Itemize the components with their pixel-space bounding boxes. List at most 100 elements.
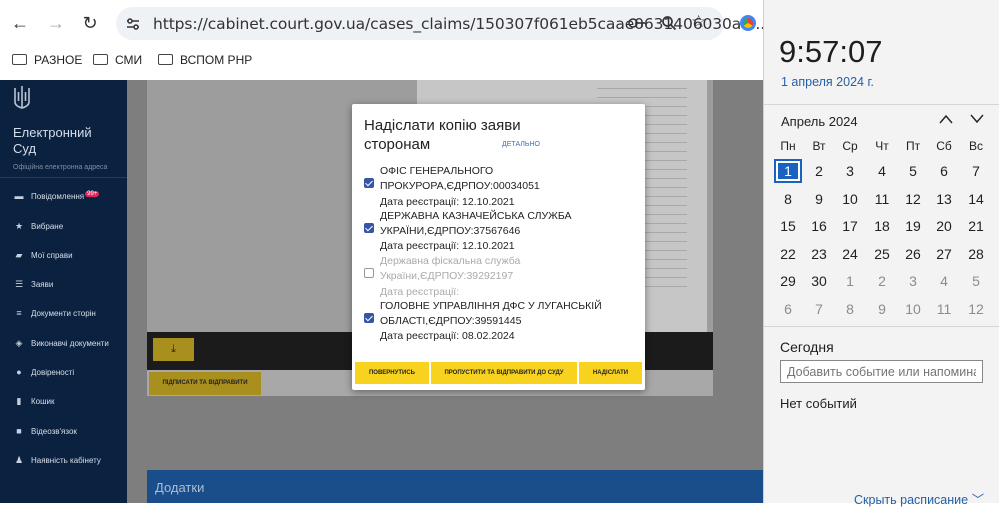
address-bar[interactable]: https://cabinet.court.gov.ua/cases_claim… [116,7,765,40]
star-icon: ★ [14,221,24,231]
key-icon[interactable] [628,17,646,29]
calendar-day[interactable]: 12 [962,297,990,321]
chevron-up-icon[interactable] [938,113,954,125]
sidebar-item-cabinet-availability[interactable]: ♟ Наявність кабінету [14,455,101,466]
calendar-day[interactable]: 7 [805,297,833,321]
back-button[interactable]: ПОВЕРНУТИСЬ [355,362,429,384]
folder-icon [12,54,27,66]
sign-and-send-button[interactable]: ПІДПИСАТИ ТА ВІДПРАВИТИ [149,372,261,395]
sidebar-item-trash[interactable]: ▮ Кошик [14,396,55,407]
calendar-day[interactable]: 28 [962,242,990,266]
calendar-day[interactable]: 4 [868,159,896,183]
details-link[interactable]: ДЕТАЛЬНО [502,141,540,148]
party-checkbox-2[interactable] [364,223,374,233]
calendar-day[interactable]: 27 [930,242,958,266]
hide-schedule-link[interactable]: Скрыть расписание ﹀ [854,489,984,508]
clock-date[interactable]: 1 апреля 2024 г. [781,75,874,89]
party-checkbox-1[interactable] [364,178,374,188]
party-registration-date: Дата реєстрації: [380,286,460,298]
calendar-day[interactable]: 11 [868,187,896,211]
site-settings-icon[interactable] [125,16,141,32]
folder-icon [93,54,108,66]
month-label[interactable]: Апрель 2024 [781,114,858,129]
weekday-header: Вс [968,139,983,153]
weekday-header: Вт [812,139,826,153]
calendar-day[interactable]: 17 [836,214,864,238]
calendar-day[interactable]: 6 [930,159,958,183]
calendar-day[interactable]: 5 [899,159,927,183]
calendar-day[interactable]: 11 [930,297,958,321]
bookmark-raznoe[interactable]: РАЗНОЕ [12,51,82,69]
send-button[interactable]: НАДІСЛАТИ [579,362,642,384]
sidebar-item-notifications[interactable]: ▬ Повідомлення 99+ [14,191,100,201]
chevron-down-icon[interactable] [969,113,985,125]
message-icon: ▬ [14,191,24,201]
weekday-header: Пн [780,139,796,153]
calendar-day[interactable]: 16 [805,214,833,238]
search-icon[interactable] [661,15,677,31]
sidebar-item-executive-documents[interactable]: ◈ Виконавчі документи [14,338,109,349]
download-button[interactable]: ⤓ [153,338,194,361]
dialog-title: Надіслати копію заяви сторонам [364,117,521,153]
calendar-day[interactable]: 18 [868,214,896,238]
calendar-day[interactable]: 13 [930,187,958,211]
divider [764,104,999,105]
extension-icon[interactable] [740,15,756,31]
bookmark-star-icon[interactable]: ☆ [691,12,706,32]
calendar-day[interactable]: 23 [805,242,833,266]
calendar-day[interactable]: 19 [899,214,927,238]
calendar-day[interactable]: 20 [930,214,958,238]
sidebar-item-favorites[interactable]: ★ Вибране [14,221,63,232]
calendar-day[interactable]: 22 [774,242,802,266]
calendar-day[interactable]: 15 [774,214,802,238]
sidebar-item-video-call[interactable]: ■ Відеозв'язок [14,426,77,436]
today-label: Сегодня [780,339,834,355]
calendar-day[interactable]: 30 [805,269,833,293]
calendar-day[interactable]: 21 [962,214,990,238]
weekday-header: Ср [842,139,858,153]
calendar-day[interactable]: 3 [899,269,927,293]
calendar-day[interactable]: 14 [962,187,990,211]
calendar-day-today[interactable]: 1 [774,159,802,183]
divider [764,326,999,327]
video-icon: ■ [16,426,22,436]
bookmark-vspom-rnr[interactable]: ВСПОМ РНР [158,51,252,69]
calendar-day[interactable]: 9 [805,187,833,211]
calendar-day[interactable]: 8 [774,187,802,211]
reload-icon[interactable]: ↻ [78,11,102,35]
calendar-day[interactable]: 10 [899,297,927,321]
sidebar-item-party-documents[interactable]: ≡ Документи сторін [14,308,96,318]
party-checkbox-4[interactable] [364,313,374,323]
calendar-day[interactable]: 29 [774,269,802,293]
calendar-day[interactable]: 2 [805,159,833,183]
calendar-day[interactable]: 12 [899,187,927,211]
forward-arrow-icon[interactable]: → [44,11,68,35]
sidebar: Електронний Суд Офіційна електронна адре… [0,80,127,503]
calendar-day[interactable]: 9 [868,297,896,321]
calendar-day[interactable]: 1 [836,269,864,293]
calendar-day[interactable]: 2 [868,269,896,293]
party-checkbox-3[interactable] [364,268,374,278]
calendar-day[interactable]: 4 [930,269,958,293]
sidebar-item-powers-of-attorney[interactable]: ● Довіреності [14,367,74,377]
skip-and-send-button[interactable]: ПРОПУСТИТИ ТА ВІДПРАВИТИ ДО СУДУ [431,362,577,384]
calendar-day[interactable]: 24 [836,242,864,266]
calendar-day[interactable]: 3 [836,159,864,183]
document-list-icon: ≡ [16,308,22,318]
sidebar-item-my-cases[interactable]: ▰ Мої справи [14,250,73,261]
calendar-day[interactable]: 7 [962,159,990,183]
sidebar-item-claims[interactable]: ☰ Заяви [14,279,53,290]
calendar-day[interactable]: 6 [774,297,802,321]
calendar-day[interactable]: 10 [836,187,864,211]
back-arrow-icon[interactable]: ← [8,11,32,35]
list-icon: ☰ [14,279,24,289]
calendar-day[interactable]: 26 [899,242,927,266]
calendar-day[interactable]: 25 [868,242,896,266]
calendar-day[interactable]: 5 [962,269,990,293]
weekday-header: Чт [875,139,889,153]
bookmark-smi[interactable]: СМИ [93,51,142,69]
add-event-input[interactable] [780,360,983,383]
calendar-day[interactable]: 8 [836,297,864,321]
sidebar-subtitle: Офіційна електронна адреса [13,164,108,171]
attachments-header: Додатки [147,470,763,503]
